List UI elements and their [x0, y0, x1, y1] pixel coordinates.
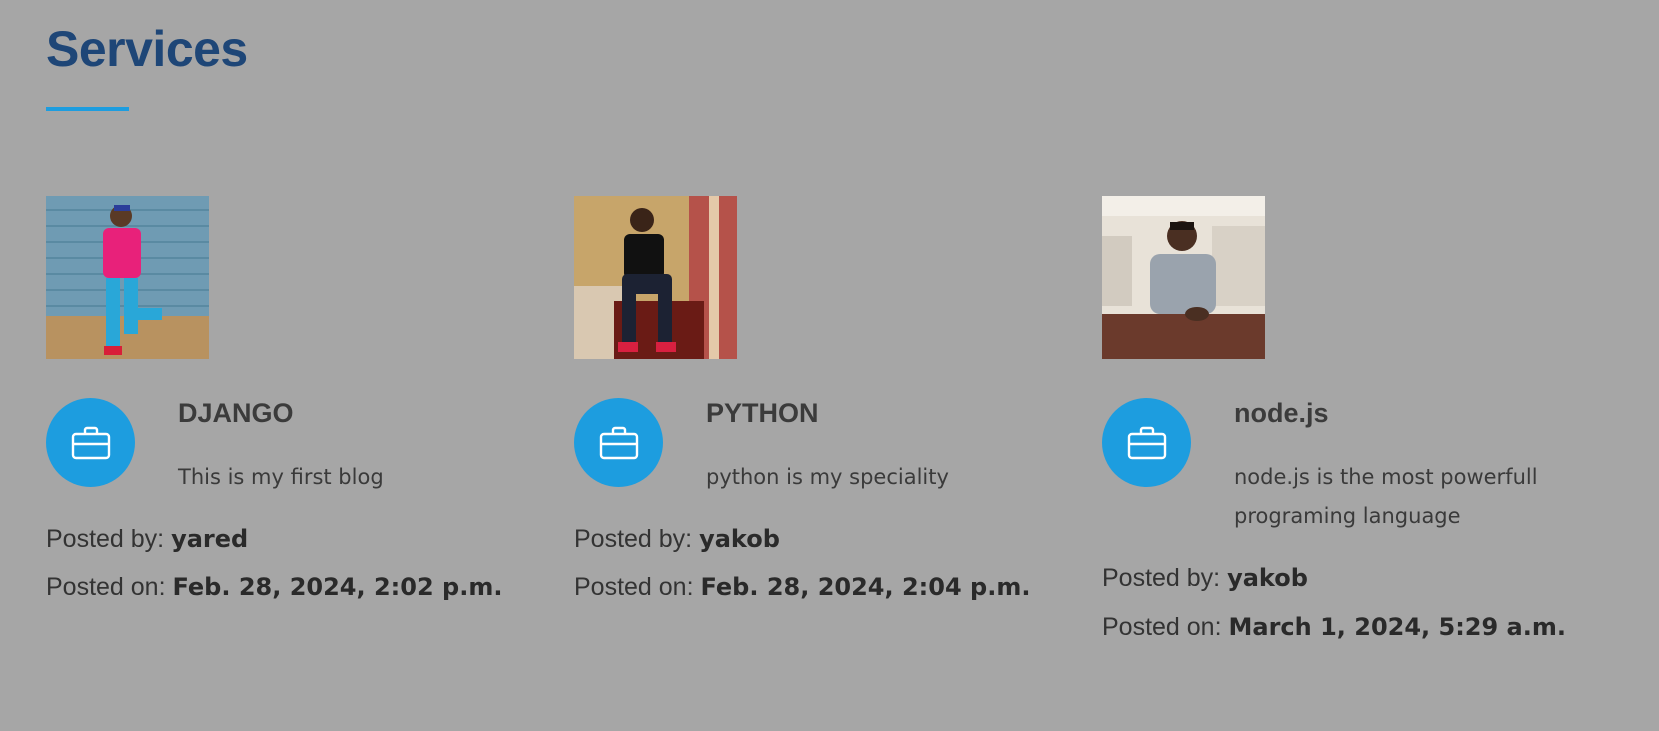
post-card: PYTHON python is my speciality Posted by…	[574, 196, 1074, 676]
post-description: node.js is the most powerfull programing…	[1234, 465, 1538, 528]
post-date: Feb. 28, 2024, 2:02 p.m.	[172, 573, 503, 601]
section-title: Services	[46, 21, 248, 77]
title-underline	[46, 107, 129, 111]
post-author: yared	[171, 525, 249, 553]
posted-by: Posted by: yakob	[1102, 563, 1308, 593]
post-author: yakob	[1227, 564, 1308, 592]
briefcase-icon	[71, 426, 110, 459]
posted-on: Posted on: Feb. 28, 2024, 2:04 p.m.	[574, 572, 1030, 602]
post-title[interactable]: PYTHON	[706, 396, 819, 430]
post-description: python is my speciality	[706, 465, 949, 489]
post-author-photo[interactable]	[1102, 196, 1265, 359]
post-title[interactable]: node.js	[1234, 396, 1329, 430]
posted-on: Posted on: March 1, 2024, 5:29 a.m.	[1102, 612, 1566, 642]
post-author: yakob	[699, 525, 780, 553]
posted-by: Posted by: yared	[46, 524, 248, 554]
posted-by-label: Posted by:	[574, 525, 700, 553]
posted-on: Posted on: Feb. 28, 2024, 2:02 p.m.	[46, 572, 502, 602]
service-icon-badge	[46, 398, 135, 487]
post-date: Feb. 28, 2024, 2:04 p.m.	[700, 573, 1031, 601]
services-section: Services DJANGO This is my first blog Po…	[46, 0, 1646, 731]
posted-on-label: Posted on:	[574, 573, 701, 601]
post-card: DJANGO This is my first blog Posted by: …	[46, 196, 546, 676]
posted-by: Posted by: yakob	[574, 524, 780, 554]
service-icon-badge	[574, 398, 663, 487]
post-author-photo[interactable]	[574, 196, 737, 359]
post-date: March 1, 2024, 5:29 a.m.	[1228, 613, 1566, 641]
posted-on-label: Posted on:	[1102, 613, 1229, 641]
briefcase-icon	[599, 426, 638, 459]
post-author-photo[interactable]	[46, 196, 209, 359]
posted-by-label: Posted by:	[1102, 564, 1228, 592]
post-title[interactable]: DJANGO	[178, 396, 294, 430]
posted-on-label: Posted on:	[46, 573, 173, 601]
post-description: This is my first blog	[178, 465, 384, 489]
briefcase-icon	[1127, 426, 1166, 459]
posted-by-label: Posted by:	[46, 525, 172, 553]
post-card: node.js node.js is the most powerfull pr…	[1102, 196, 1602, 676]
service-icon-badge	[1102, 398, 1191, 487]
